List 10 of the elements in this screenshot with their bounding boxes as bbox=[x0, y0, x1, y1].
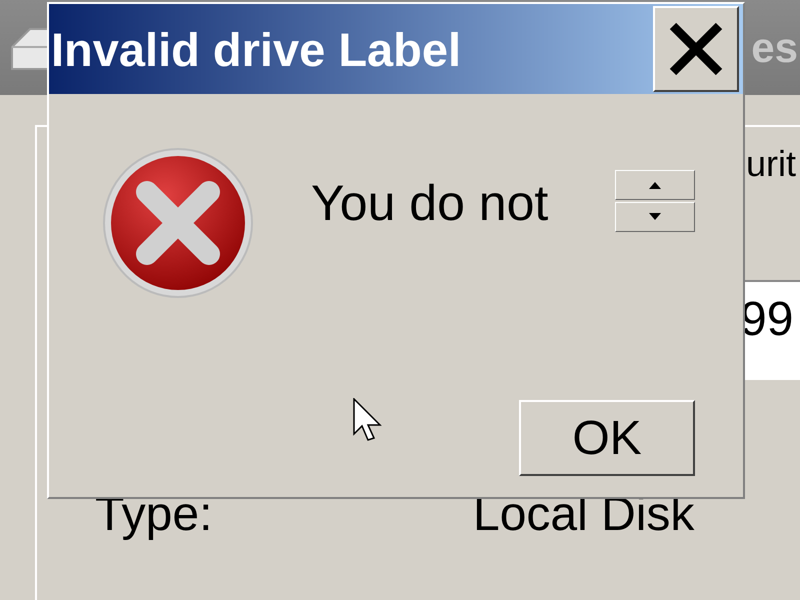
error-message: You do not bbox=[311, 174, 548, 232]
dialog-title: Invalid drive Label bbox=[51, 22, 462, 76]
tab[interactable]: urit bbox=[746, 140, 798, 188]
spin-control[interactable] bbox=[615, 170, 695, 232]
close-icon bbox=[667, 20, 725, 78]
error-icon bbox=[101, 146, 255, 300]
close-button[interactable] bbox=[653, 6, 739, 92]
property-label: Type: bbox=[95, 487, 212, 542]
ok-button[interactable]: OK bbox=[519, 400, 695, 476]
window-title: es bbox=[751, 24, 798, 72]
